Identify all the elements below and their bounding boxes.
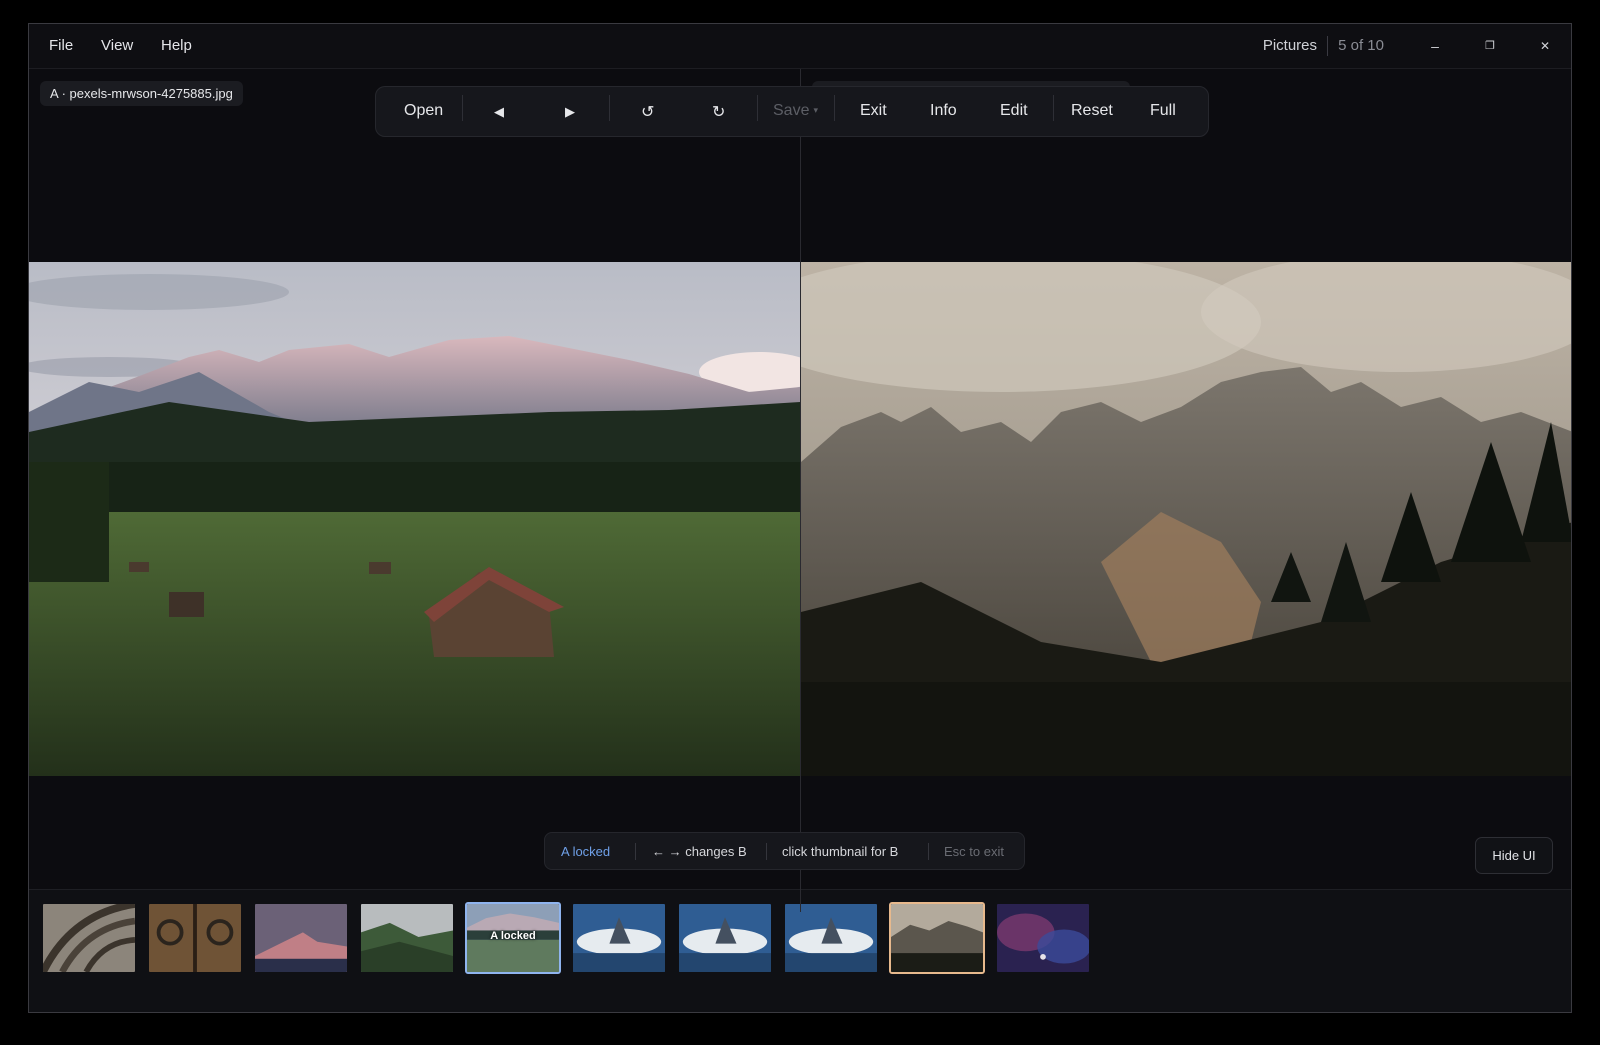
- thumbnail-green-valley[interactable]: [359, 902, 455, 974]
- save-button[interactable]: Save ▾: [773, 102, 818, 120]
- rotate-left-icon[interactable]: ↺: [641, 102, 654, 122]
- thumbnail-image: [573, 904, 665, 972]
- status-arrows-hint: ← → changes B: [652, 844, 747, 859]
- status-click-hint: click thumbnail for B: [782, 844, 899, 859]
- thumbnail-matterhorn-3[interactable]: [783, 902, 879, 974]
- thumbnail-abstract-purple[interactable]: [995, 902, 1091, 974]
- thumbnail-matterhorn-2[interactable]: [677, 902, 773, 974]
- previous-icon[interactable]: ◀: [494, 104, 504, 120]
- info-button[interactable]: Info: [930, 102, 957, 120]
- save-label: Save: [773, 102, 810, 119]
- toolbar-separator: [462, 95, 463, 121]
- title-bar: File View Help Pictures 5 of 10 – ❐ ✕: [29, 24, 1571, 69]
- maximize-icon[interactable]: ❐: [1478, 34, 1502, 58]
- title-separator: [1327, 36, 1328, 56]
- status-separator: [928, 843, 929, 860]
- thumbnail-meadow-lake[interactable]: A locked: [465, 902, 561, 974]
- thumbnail-matterhorn-1[interactable]: [571, 902, 667, 974]
- rotate-right-icon[interactable]: ↻: [712, 102, 725, 122]
- menu-help[interactable]: Help: [161, 37, 192, 54]
- status-locked: A locked: [561, 844, 611, 859]
- thumbnail-image: [255, 904, 347, 972]
- thumbnail-image: [361, 904, 453, 972]
- thumbnail-locked-label: A locked: [490, 930, 536, 942]
- full-button[interactable]: Full: [1150, 102, 1176, 120]
- close-icon[interactable]: ✕: [1533, 34, 1557, 58]
- reset-button[interactable]: Reset: [1071, 102, 1113, 120]
- dolomites-image: [801, 262, 1571, 776]
- open-button[interactable]: Open: [404, 102, 443, 120]
- menu-view[interactable]: View: [101, 37, 133, 54]
- image-counter: 5 of 10: [1338, 37, 1384, 54]
- status-esc-hint: Esc to exit: [944, 844, 1004, 859]
- thumbnail-arch[interactable]: [41, 902, 137, 974]
- thumbnail-image: [679, 904, 771, 972]
- toolbar-separator: [609, 95, 610, 121]
- thumbnail-image: [43, 904, 135, 972]
- toolbar-separator: [834, 95, 835, 121]
- minimize-icon[interactable]: –: [1423, 34, 1447, 58]
- toolbar-separator: [757, 95, 758, 121]
- split-divider[interactable]: [800, 69, 801, 912]
- app-window: File View Help Pictures 5 of 10 – ❐ ✕ A …: [28, 23, 1572, 1013]
- status-separator: [635, 843, 636, 860]
- image-pane-a[interactable]: [29, 262, 800, 776]
- menu-file[interactable]: File: [49, 37, 73, 54]
- thumbnail-image: [149, 904, 241, 972]
- thumbnail-pink-peak[interactable]: [253, 902, 349, 974]
- pane-a-filename: A · pexels-mrwson-4275885.jpg: [40, 81, 243, 106]
- folder-name: Pictures: [1262, 37, 1317, 54]
- exit-button[interactable]: Exit: [860, 102, 887, 120]
- edit-button[interactable]: Edit: [1000, 102, 1028, 120]
- chevron-down-icon: ▾: [813, 105, 818, 115]
- floating-toolbar: Open ◀ ▶ ↺ ↻ Save ▾ Exit Info Edit Reset …: [375, 86, 1209, 137]
- image-pane-b[interactable]: [801, 262, 1571, 776]
- thumbnail-image: [997, 904, 1089, 972]
- hide-ui-button[interactable]: Hide UI: [1475, 837, 1553, 874]
- meadow-image: [29, 262, 800, 776]
- next-icon[interactable]: ▶: [565, 104, 575, 120]
- thumbnail-dolomites[interactable]: [889, 902, 985, 974]
- toolbar-separator: [1053, 95, 1054, 121]
- compare-status-bar: A locked ← → changes B click thumbnail f…: [544, 832, 1025, 870]
- thumbnail-door-knockers[interactable]: [147, 902, 243, 974]
- thumbnail-image: [891, 904, 983, 972]
- status-separator: [766, 843, 767, 860]
- thumbnail-image: [785, 904, 877, 972]
